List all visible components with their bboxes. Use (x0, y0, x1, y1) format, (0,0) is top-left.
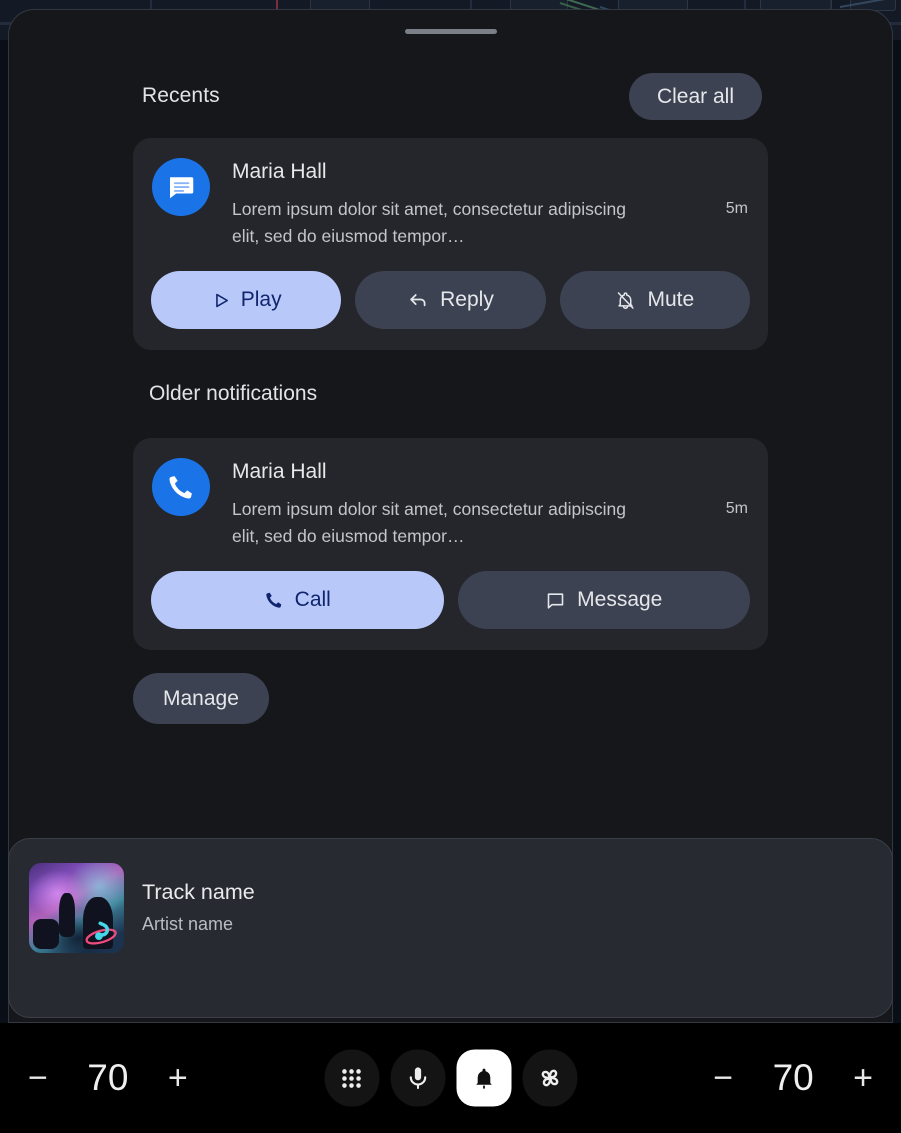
play-icon (215, 293, 228, 307)
music-app-logo (85, 921, 117, 945)
notification-title: Maria Hall (232, 460, 327, 483)
clear-all-button[interactable]: Clear all (628, 72, 762, 120)
volume-increase-left-button[interactable]: + (162, 1061, 194, 1095)
volume-control-left: − 70 + (22, 1023, 194, 1133)
phone-icon (265, 592, 281, 608)
bell-icon (475, 1068, 492, 1089)
reply-action-label: Reply (440, 288, 494, 311)
notifications-button[interactable] (456, 1049, 511, 1107)
notification-body: Lorem ipsum dolor sit amet, consectetur … (232, 199, 626, 246)
older-notifications-label: Older notifications (149, 382, 318, 405)
play-action-button[interactable]: Play (151, 271, 342, 329)
album-art[interactable] (29, 863, 124, 953)
message-icon (547, 592, 564, 609)
microphone-button[interactable] (390, 1049, 445, 1107)
reply-action-button[interactable]: Reply (355, 271, 546, 329)
bell-off-icon (618, 291, 635, 309)
fan-icon (541, 1069, 558, 1087)
phone-icon (152, 458, 210, 516)
play-action-label: Play (240, 288, 282, 311)
messages-icon (152, 158, 210, 216)
message-action-button[interactable]: Message (457, 571, 750, 629)
system-tray (324, 1049, 577, 1107)
notification-card-older[interactable]: Maria Hall Lorem ipsum dolor sit amet, c… (133, 438, 768, 650)
volume-decrease-right-button[interactable]: − (707, 1061, 739, 1095)
fan-button[interactable] (522, 1049, 577, 1107)
artist-name: Artist name (142, 914, 234, 934)
notification-shade-screen: Recents Clear all Maria Hall Lorem ipsum… (0, 0, 901, 1133)
message-action-label: Message (577, 588, 663, 611)
notification-timestamp: 5m (725, 200, 748, 217)
drag-handle[interactable] (404, 29, 497, 34)
media-player: Track name Artist name (8, 838, 893, 1018)
volume-decrease-left-button[interactable]: − (22, 1061, 54, 1095)
microphone-icon (409, 1067, 426, 1089)
notification-body: Lorem ipsum dolor sit amet, consectetur … (232, 499, 626, 546)
apps-grid-icon (342, 1068, 361, 1088)
apps-grid-button[interactable] (324, 1049, 379, 1107)
notification-card-recents[interactable]: Maria Hall Lorem ipsum dolor sit amet, c… (133, 138, 768, 350)
mute-action-label: Mute (647, 288, 695, 311)
recents-header: Recents Clear all (142, 72, 762, 120)
system-bar: − 70 + − 70 + (0, 1023, 901, 1133)
page-title: Recents (142, 84, 220, 107)
mute-action-button[interactable]: Mute (559, 271, 750, 329)
call-action-button[interactable]: Call (151, 571, 444, 629)
reply-icon (410, 294, 426, 307)
notification-actions: Call Message (151, 571, 750, 629)
track-name: Track name (142, 880, 255, 904)
volume-control-right: − 70 + (707, 1023, 879, 1133)
volume-value-right: 70 (772, 1057, 814, 1098)
notification-timestamp: 5m (725, 500, 748, 517)
volume-value-left: 70 (87, 1057, 129, 1098)
call-action-label: Call (294, 588, 331, 611)
manage-button[interactable]: Manage (133, 673, 269, 724)
notification-title: Maria Hall (232, 160, 327, 183)
notification-actions: Play Reply Mute (151, 271, 750, 329)
volume-increase-right-button[interactable]: + (847, 1061, 879, 1095)
